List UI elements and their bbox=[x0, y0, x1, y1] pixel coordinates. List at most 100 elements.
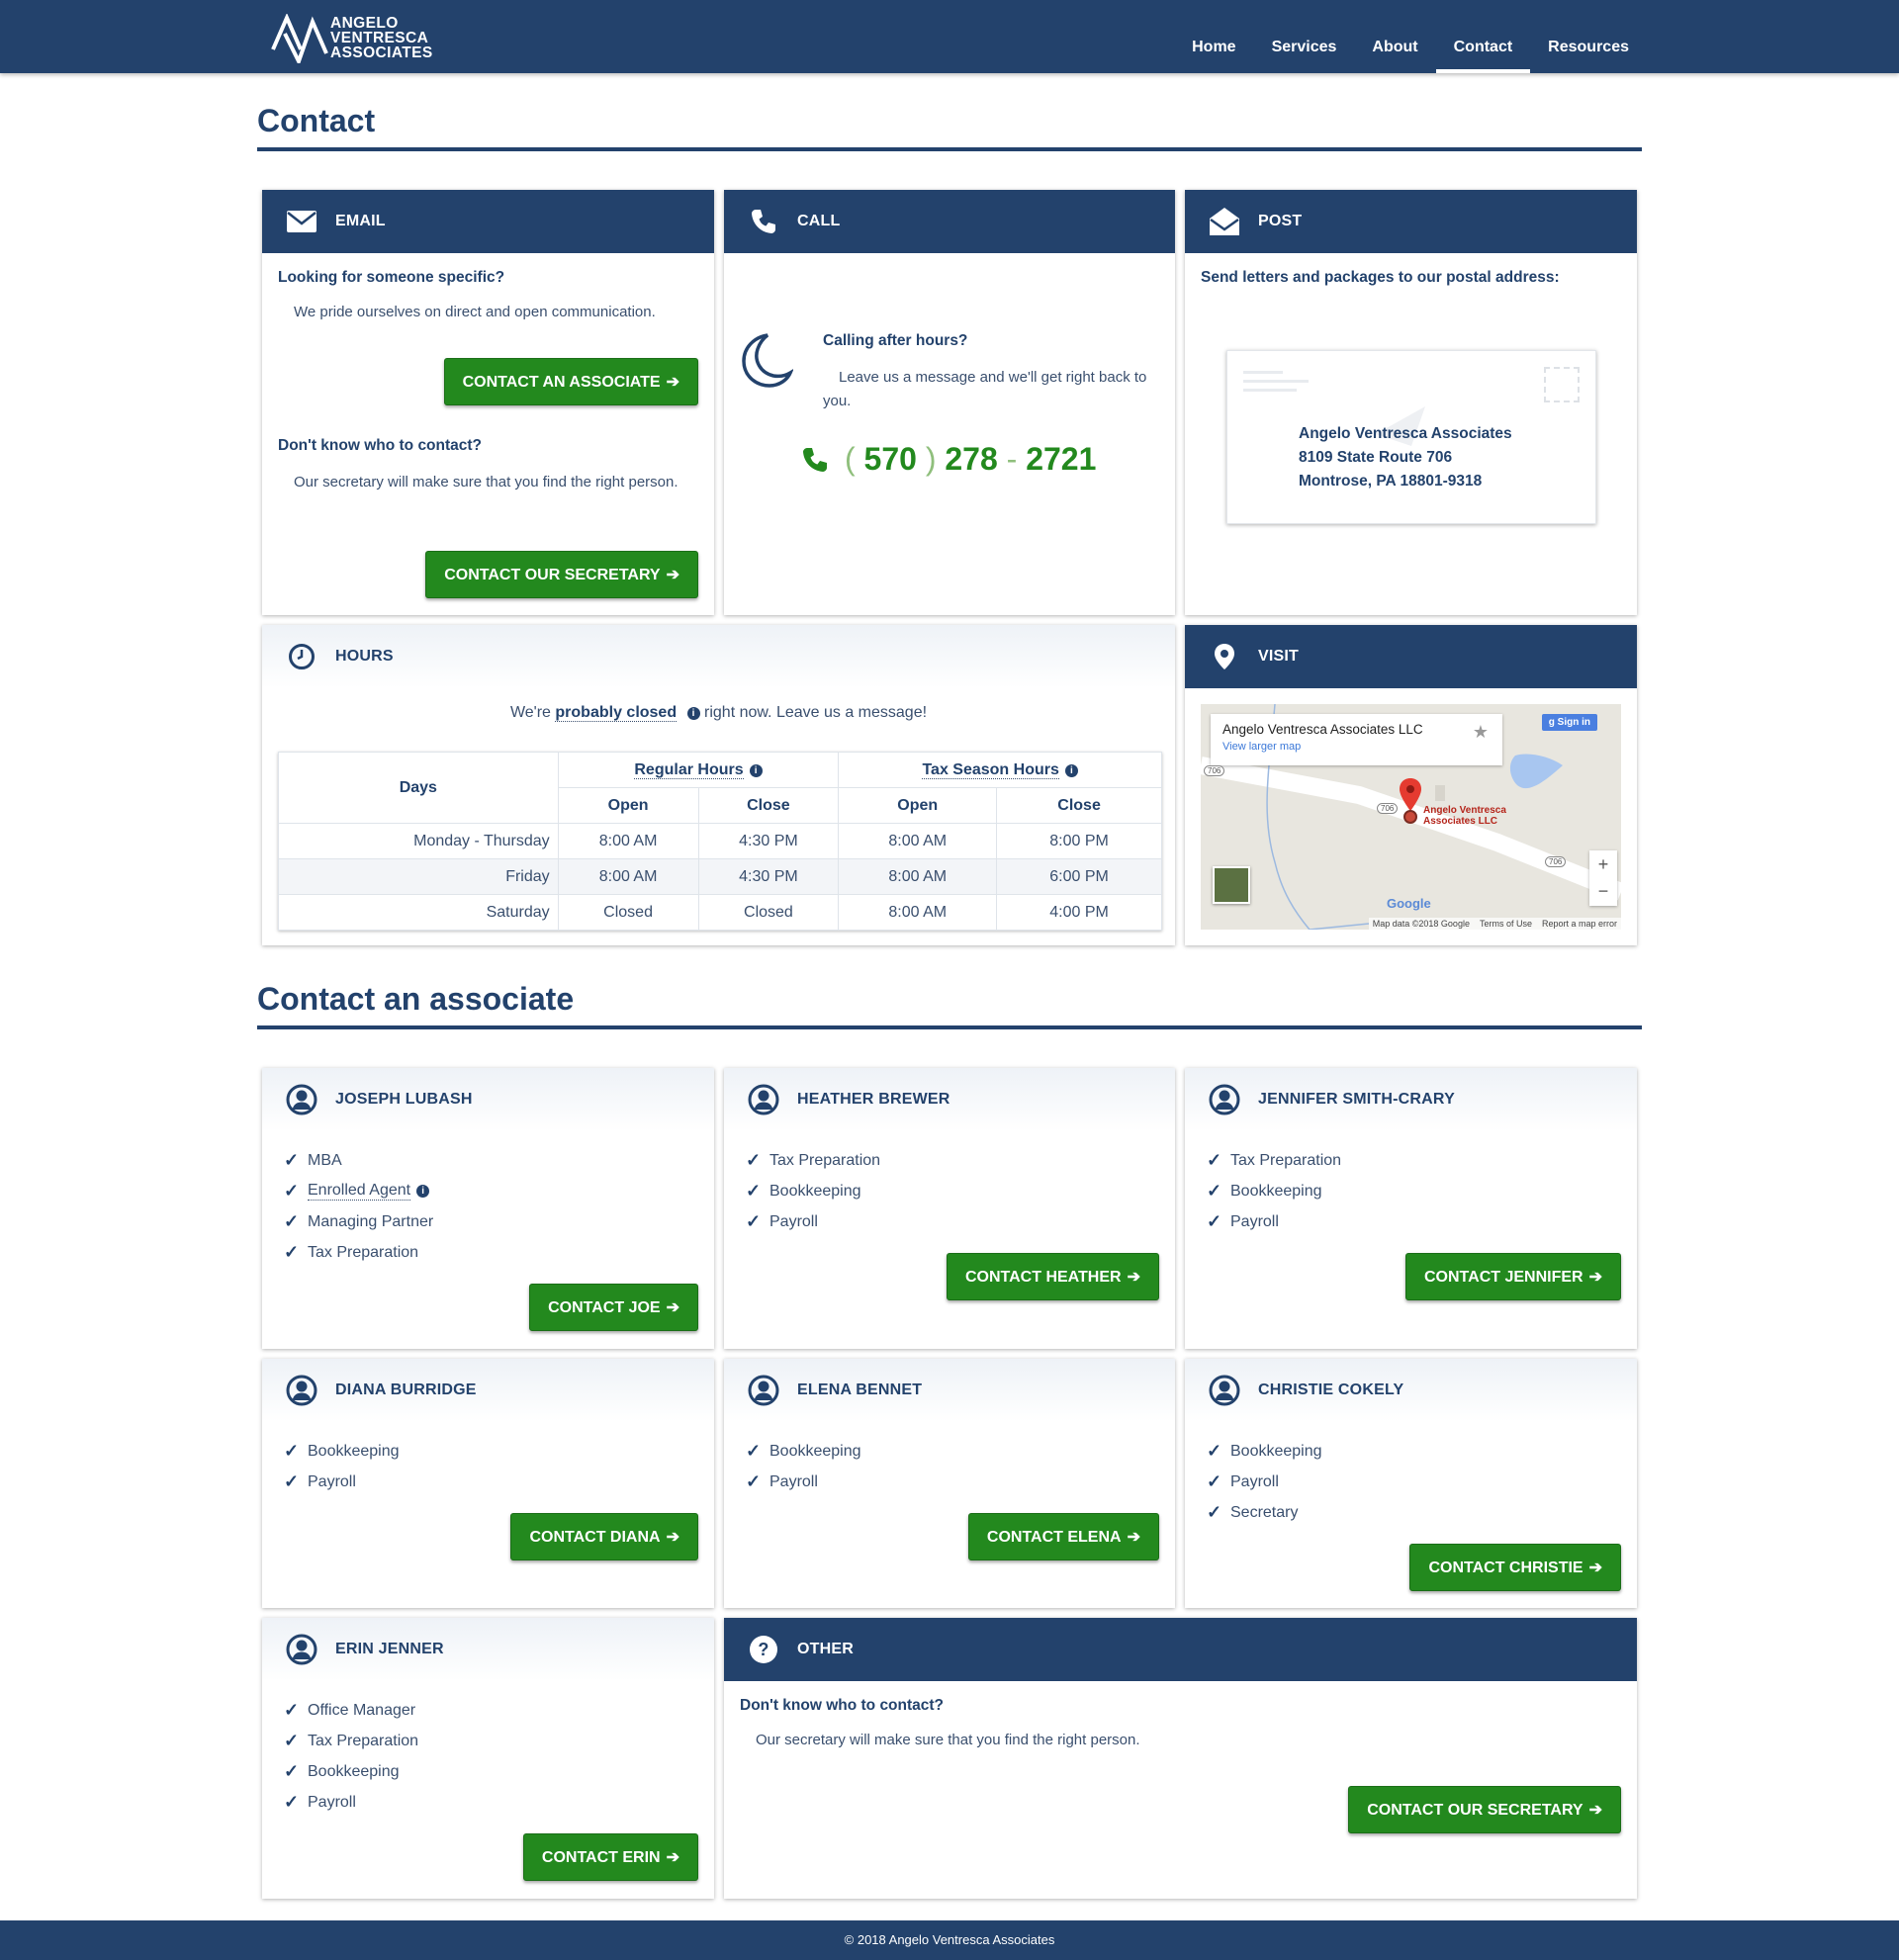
moon-icon bbox=[742, 333, 793, 388]
check-icon: ✓ bbox=[284, 1150, 300, 1170]
open-envelope-icon bbox=[1209, 206, 1240, 237]
list-item: ✓ Bookkeeping bbox=[1207, 1181, 1322, 1201]
map-pin-label: Angelo Ventresca Associates LLC bbox=[1423, 805, 1506, 827]
list-item: ✓ Bookkeeping bbox=[746, 1181, 861, 1201]
tax-season-hours-header[interactable]: Tax Season Hours i bbox=[838, 752, 1162, 788]
arrow-right-icon: ➔ bbox=[666, 1849, 679, 1866]
associate-name: DIANA BURRIDGE bbox=[335, 1381, 477, 1398]
visit-card-title: VISIT bbox=[1258, 648, 1300, 665]
zoom-controls: + − bbox=[1589, 850, 1617, 906]
embedded-map[interactable]: Angelo Ventresca Associates LLC View lar… bbox=[1201, 704, 1621, 930]
check-icon: ✓ bbox=[746, 1441, 762, 1461]
associate-skills: ✓ Office Manager ✓ Tax Preparation ✓ Bookke… bbox=[262, 1695, 714, 1818]
star-icon[interactable]: ★ bbox=[1473, 722, 1489, 743]
page-title: Contact bbox=[257, 103, 1642, 151]
satellite-thumbnail[interactable] bbox=[1213, 866, 1250, 904]
zoom-out-button[interactable]: − bbox=[1589, 878, 1617, 906]
table-row: Friday 8:00 AM 4:30 PM 8:00 AM 6:00 PM bbox=[278, 858, 1162, 895]
associate-card-erin: ERIN JENNER ✓ Office Manager ✓ Tax Prepara… bbox=[262, 1618, 714, 1899]
info-icon[interactable]: i bbox=[1064, 763, 1078, 777]
logo-text: ANGELO VENTRESCA ASSOCIATES bbox=[330, 14, 433, 61]
associate-card-jennifer: JENNIFER SMITH-CRARY ✓ Tax Preparation ✓ B… bbox=[1185, 1068, 1637, 1349]
arrow-right-icon: ➔ bbox=[1588, 1802, 1602, 1819]
view-larger-map-link[interactable]: View larger map bbox=[1222, 741, 1491, 753]
stamp-icon bbox=[1544, 367, 1580, 402]
visit-card: VISIT Angelo Ventresca Associates LLC Vi… bbox=[1185, 625, 1637, 945]
associate-name: CHRISTIE COKELY bbox=[1258, 1381, 1404, 1398]
associate-skills: ✓ Bookkeeping ✓ Payroll bbox=[262, 1436, 714, 1497]
arrow-right-icon: ➔ bbox=[1127, 1529, 1140, 1546]
svg-text:?: ? bbox=[758, 1640, 769, 1659]
nav-services[interactable]: Services bbox=[1254, 0, 1355, 73]
other-card-header: ? OTHER bbox=[724, 1618, 1637, 1681]
user-circle-icon bbox=[286, 1084, 317, 1115]
check-icon: ✓ bbox=[1207, 1441, 1222, 1461]
list-item: ✓ Payroll bbox=[1207, 1471, 1279, 1491]
arrow-right-icon: ➔ bbox=[1127, 1269, 1140, 1286]
contact-elena-button[interactable]: CONTACT ELENA ➔ bbox=[967, 1513, 1159, 1560]
other-card: ? OTHER Don't know who to contact? Our s… bbox=[724, 1618, 1637, 1899]
associate-skills: ✓ Bookkeeping ✓ Payroll ✓ Secretary bbox=[1185, 1436, 1637, 1528]
table-row: Saturday Closed Closed 8:00 AM 4:00 PM bbox=[278, 894, 1162, 931]
envelope-graphic: Angelo Ventresca Associates 8109 State R… bbox=[1226, 350, 1596, 524]
list-item[interactable]: ✓ Enrolled Agent i bbox=[284, 1176, 714, 1206]
google-logo: Google bbox=[1387, 896, 1431, 911]
footer: © 2018 Angelo Ventresca Associates bbox=[0, 1920, 1899, 1960]
nav-links: Home Services About Contact Resources bbox=[1174, 0, 1647, 73]
associate-card-christie: CHRISTIE COKELY ✓ Bookkeeping ✓ Payroll ✓ S… bbox=[1185, 1359, 1637, 1608]
email-card-header: EMAIL bbox=[262, 190, 714, 253]
arrow-right-icon: ➔ bbox=[666, 374, 679, 391]
nav-contact[interactable]: Contact bbox=[1435, 0, 1531, 73]
other-question: Don't know who to contact? bbox=[740, 1697, 945, 1714]
google-plus-icon: g bbox=[1548, 717, 1555, 728]
list-item: ✓ Payroll bbox=[746, 1211, 818, 1231]
email-question-1: Looking for someone specific? bbox=[278, 269, 505, 286]
visit-card-header: VISIT bbox=[1185, 625, 1637, 688]
phone-number[interactable]: ( 570 ) 278 - 2721 bbox=[801, 441, 1096, 478]
contact-secretary-button[interactable]: CONTACT OUR SECRETARY ➔ bbox=[425, 551, 698, 598]
post-card-title: POST bbox=[1258, 213, 1303, 229]
probably-closed-tooltip[interactable]: probably closed bbox=[555, 704, 678, 722]
contact-christie-button[interactable]: CONTACT CHRISTIE ➔ bbox=[1409, 1544, 1621, 1591]
envelope-icon bbox=[286, 206, 317, 237]
route-shield: 706 bbox=[1545, 856, 1567, 867]
check-icon: ✓ bbox=[284, 1441, 300, 1461]
email-card-title: EMAIL bbox=[335, 213, 386, 229]
list-item: ✓ Bookkeeping bbox=[284, 1761, 400, 1781]
table-row: Monday - Thursday 8:00 AM 4:30 PM 8:00 A… bbox=[278, 823, 1162, 859]
check-icon: ✓ bbox=[746, 1150, 762, 1170]
report-error-link[interactable]: Report a map error bbox=[1542, 919, 1617, 929]
contact-jennifer-button[interactable]: CONTACT JENNIFER ➔ bbox=[1405, 1253, 1621, 1300]
zoom-in-button[interactable]: + bbox=[1589, 850, 1617, 878]
contact-joe-button[interactable]: CONTACT JOE ➔ bbox=[529, 1284, 698, 1331]
contact-erin-button[interactable]: CONTACT ERIN ➔ bbox=[522, 1833, 698, 1881]
associate-name: ERIN JENNER bbox=[335, 1641, 444, 1657]
other-contact-secretary-button[interactable]: CONTACT OUR SECRETARY ➔ bbox=[1348, 1786, 1621, 1833]
info-icon[interactable]: i bbox=[416, 1185, 430, 1198]
check-icon: ✓ bbox=[746, 1471, 762, 1491]
terms-link[interactable]: Terms of Use bbox=[1480, 919, 1532, 929]
hours-card: HOURS We're probably closed i right now.… bbox=[262, 625, 1175, 945]
user-circle-icon bbox=[286, 1634, 317, 1665]
regular-hours-header[interactable]: Regular Hours i bbox=[557, 752, 840, 788]
info-icon[interactable]: i bbox=[749, 763, 763, 777]
contact-heather-button[interactable]: CONTACT HEATHER ➔ bbox=[946, 1253, 1159, 1300]
logo[interactable]: ANGELO VENTRESCA ASSOCIATES bbox=[271, 14, 433, 63]
nav-about[interactable]: About bbox=[1354, 0, 1435, 73]
list-item: ✓ Bookkeeping bbox=[284, 1441, 400, 1461]
map-pin-icon[interactable] bbox=[1399, 777, 1422, 825]
copyright-text: © 2018 Angelo Ventresca Associates bbox=[844, 1932, 1055, 1947]
clock-icon bbox=[286, 641, 317, 672]
nav-resources[interactable]: Resources bbox=[1530, 0, 1647, 73]
call-card-header: CALL bbox=[724, 190, 1175, 253]
arrow-right-icon: ➔ bbox=[666, 1299, 679, 1316]
info-icon[interactable]: i bbox=[686, 707, 700, 720]
regular-close-header: Close bbox=[697, 787, 840, 824]
user-circle-icon bbox=[1209, 1375, 1240, 1406]
nav-home[interactable]: Home bbox=[1174, 0, 1253, 73]
map-sign-in-button[interactable]: g Sign in bbox=[1541, 714, 1597, 731]
route-shield: 706 bbox=[1377, 803, 1399, 814]
contact-diana-button[interactable]: CONTACT DIANA ➔ bbox=[510, 1513, 698, 1560]
contact-associate-button[interactable]: CONTACT AN ASSOCIATE ➔ bbox=[443, 358, 698, 405]
associate-name: JOSEPH LUBASH bbox=[335, 1091, 473, 1108]
